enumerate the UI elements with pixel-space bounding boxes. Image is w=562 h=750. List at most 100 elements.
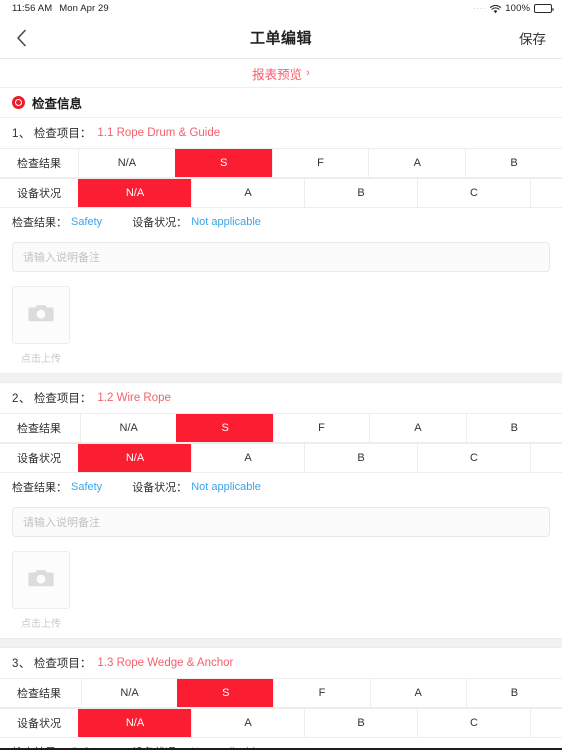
battery-percent: 100% <box>505 3 530 14</box>
result-option-row: 检查结果 N/A S F A B <box>0 148 562 178</box>
item-label: 检查项目： <box>33 393 92 405</box>
summary-status-value: Not applicable <box>191 216 261 228</box>
status-option-c[interactable]: C <box>417 709 530 737</box>
result-option-na[interactable]: N/A <box>81 679 178 707</box>
remark-input[interactable]: 请输入说明备注 <box>12 507 550 537</box>
status-option-a[interactable]: A <box>191 179 304 207</box>
result-row-label: 检查结果 <box>0 414 78 442</box>
inspection-item-2: 2、 检查项目： 1.2 Wire Rope 检查结果 N/A S F A B … <box>0 383 562 638</box>
remark-wrapper: 请输入说明备注 <box>0 236 562 282</box>
status-option-na[interactable]: N/A <box>78 709 191 737</box>
status-option-d[interactable]: D <box>530 444 562 472</box>
status-option-na[interactable]: N/A <box>78 179 191 207</box>
item-name: 1.1 Rope Drum & Guide <box>97 127 221 139</box>
status-options[interactable]: N/A A B C D E <box>78 709 562 737</box>
wifi-icon <box>490 5 502 14</box>
result-option-na[interactable]: N/A <box>80 414 177 442</box>
summary-status-label: 设备状况： <box>132 217 188 229</box>
section-header-inspection-info: 检查信息 <box>0 88 562 118</box>
summary-status: 设备状况： Not applicable <box>132 479 261 495</box>
result-option-f[interactable]: F <box>272 414 370 442</box>
remark-wrapper: 请输入说明备注 <box>0 501 562 547</box>
result-option-row: 检查结果 N/A S F A B <box>0 413 562 443</box>
status-option-row: 设备状况 N/A A B C D E <box>0 443 562 473</box>
result-option-s[interactable]: S <box>177 679 274 707</box>
result-option-na[interactable]: N/A <box>78 149 175 177</box>
status-option-a[interactable]: A <box>191 444 304 472</box>
summary-status-value: Not applicable <box>191 746 261 748</box>
item-index: 3、 <box>12 658 31 670</box>
status-row-label: 设备状况 <box>0 709 78 737</box>
signal-dots-icon: .... <box>473 2 487 11</box>
status-option-c[interactable]: C <box>417 444 530 472</box>
ipad-screen: 11:56 AM Mon Apr 29 .... 100% 工单编辑 保存 报表… <box>0 0 562 750</box>
section-divider <box>0 638 562 648</box>
item-name: 1.2 Wire Rope <box>97 392 171 404</box>
item-label: 检查项目： <box>33 658 92 670</box>
camera-icon <box>28 567 54 593</box>
status-bar-left: 11:56 AM Mon Apr 29 <box>12 3 109 14</box>
status-option-na[interactable]: N/A <box>78 444 191 472</box>
status-option-c[interactable]: C <box>417 179 530 207</box>
report-preview-label: 报表预览 <box>252 67 303 82</box>
summary-result-label: 检查结果： <box>12 744 67 748</box>
report-preview-link[interactable]: 报表预览 › <box>252 64 310 83</box>
item-heading: 3、 检查项目： 1.3 Rope Wedge & Anchor <box>0 648 562 678</box>
status-options[interactable]: N/A A B C D E <box>78 444 562 472</box>
summary-result: 检查结果： Safety <box>12 479 102 495</box>
result-option-s[interactable]: S <box>174 149 272 177</box>
summary-result-label: 检查结果： <box>12 482 67 494</box>
summary-status: 设备状况： Not applicable <box>132 744 261 748</box>
result-row-label: 检查结果 <box>0 679 78 707</box>
status-option-row: 设备状况 N/A A B C D E <box>0 178 562 208</box>
summary-status-label: 设备状况： <box>132 482 188 494</box>
result-option-a[interactable]: A <box>369 414 466 442</box>
result-option-b[interactable]: B <box>465 679 562 707</box>
form-content: 检查信息 1、 检查项目： 1.1 Rope Drum & Guide 检查结果… <box>0 88 562 748</box>
photo-upload-button[interactable] <box>12 286 70 344</box>
summary-status-label: 设备状况： <box>132 744 187 748</box>
result-option-b[interactable]: B <box>465 149 562 177</box>
status-options[interactable]: N/A A B C D E <box>78 179 562 207</box>
result-option-b[interactable]: B <box>465 414 562 442</box>
section-divider <box>0 373 562 383</box>
status-option-d[interactable]: D <box>530 709 562 737</box>
status-option-d[interactable]: D <box>530 179 562 207</box>
back-button[interactable] <box>16 25 42 51</box>
result-option-row: 检查结果 N/A S F A B <box>0 678 562 708</box>
report-preview-bar: 报表预览 › <box>0 59 562 88</box>
status-row-label: 设备状况 <box>0 179 78 207</box>
status-option-b[interactable]: B <box>304 179 417 207</box>
chevron-right-icon: › <box>306 66 310 79</box>
status-option-b[interactable]: B <box>304 444 417 472</box>
item-heading: 2、 检查项目： 1.2 Wire Rope <box>0 383 562 413</box>
inspection-item-3: 3、 检查项目： 1.3 Rope Wedge & Anchor 检查结果 N/… <box>0 648 562 748</box>
result-option-a[interactable]: A <box>368 149 466 177</box>
chevron-left-icon <box>16 29 27 47</box>
battery-icon <box>534 4 554 13</box>
result-option-a[interactable]: A <box>369 679 466 707</box>
result-option-f[interactable]: F <box>273 679 370 707</box>
result-options: N/A S F A B <box>78 149 562 177</box>
summary-result-value: Safety <box>71 216 103 228</box>
save-button[interactable]: 保存 <box>519 28 546 48</box>
summary-result: 检查结果： Safety <box>12 744 102 748</box>
summary-status-value: Not applicable <box>191 481 261 493</box>
status-option-b[interactable]: B <box>304 709 417 737</box>
remark-input[interactable]: 请输入说明备注 <box>12 242 550 272</box>
photo-upload-button[interactable] <box>12 551 70 609</box>
page-title: 工单编辑 <box>249 30 312 47</box>
status-row-label: 设备状况 <box>0 444 78 472</box>
item-index: 1、 <box>12 128 31 140</box>
summary-result-value: Safety <box>71 746 102 748</box>
item-index: 2、 <box>12 393 31 405</box>
summary-result: 检查结果： Safety <box>12 214 102 230</box>
status-option-a[interactable]: A <box>191 709 304 737</box>
upload-wrapper: 点击上传 <box>0 282 562 373</box>
navigation-bar: 工单编辑 保存 <box>0 17 562 59</box>
upload-wrapper: 点击上传 <box>0 547 562 638</box>
result-option-f[interactable]: F <box>271 149 369 177</box>
upload-caption: 点击上传 <box>21 354 61 365</box>
result-option-s[interactable]: S <box>176 414 273 442</box>
item-heading: 1、 检查项目： 1.1 Rope Drum & Guide <box>0 118 562 148</box>
